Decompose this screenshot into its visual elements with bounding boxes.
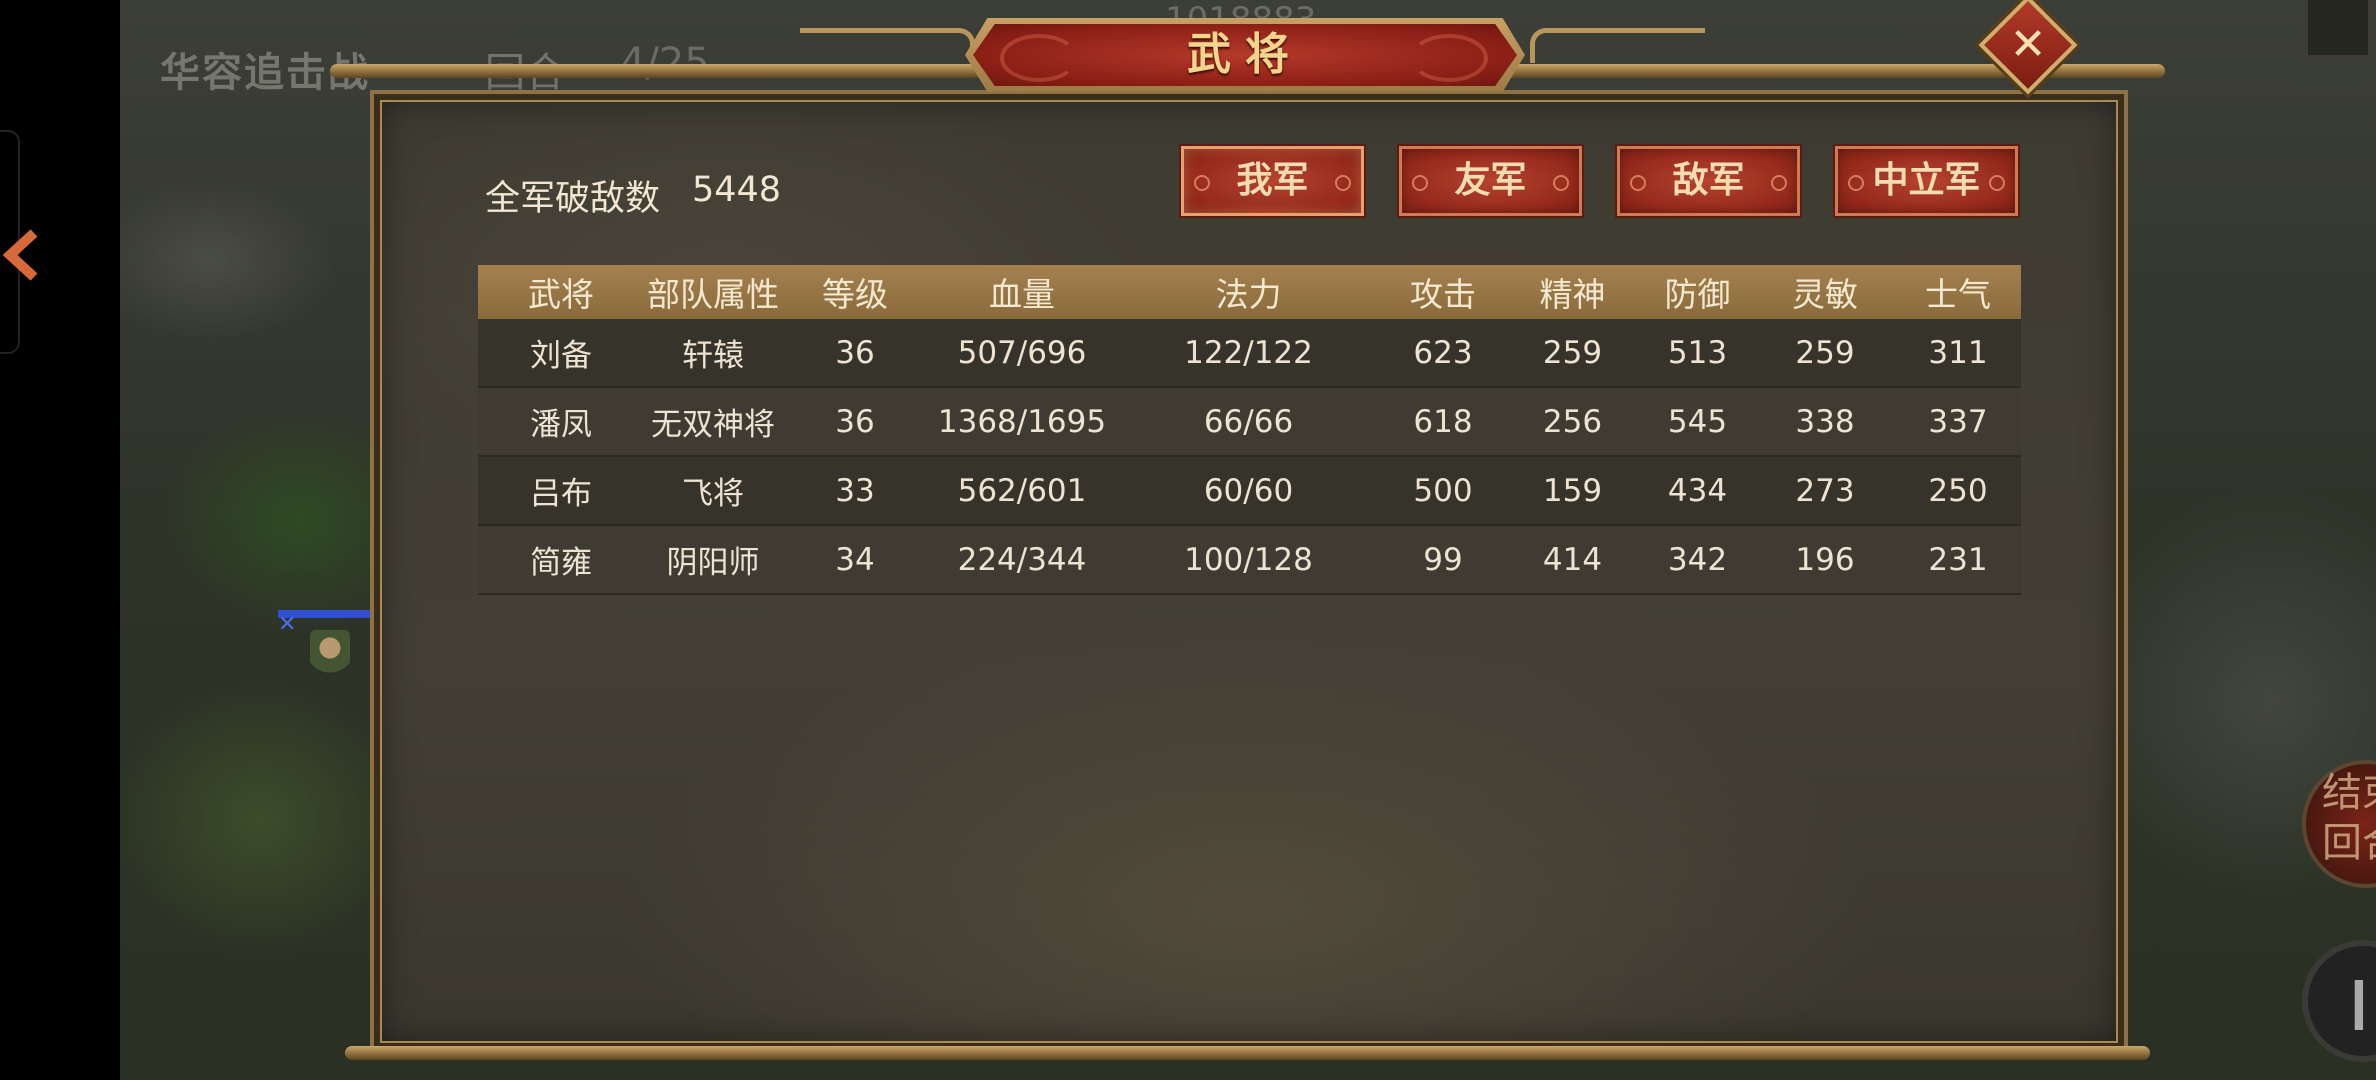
- column-header: 攻击: [1381, 265, 1505, 319]
- frame-scroll-ornament-left: [800, 28, 975, 63]
- column-header: 部队属性: [644, 265, 782, 319]
- cell-morale: 311: [1895, 319, 2021, 388]
- cell-attack: 618: [1381, 387, 1505, 457]
- panel-title: 武将: [1187, 29, 1303, 80]
- tab-ornament-icon: [1335, 175, 1351, 191]
- cell-morale: 231: [1895, 525, 2021, 595]
- cell-mp: 60/60: [1116, 456, 1381, 526]
- cell-defense: 434: [1640, 456, 1755, 526]
- cell-troop-type: 无双神将: [644, 387, 782, 457]
- column-header: 法力: [1116, 265, 1381, 319]
- round-count: 4/25: [620, 40, 710, 86]
- table-row[interactable]: 刘备 轩辕 36 507/696 122/122 623 259 513 259…: [478, 319, 2021, 388]
- table-row[interactable]: 潘凤 无双神将 36 1368/1695 66/66 618 256 545 3…: [478, 387, 2021, 457]
- column-header: 等级: [782, 265, 928, 319]
- column-header: 精神: [1505, 265, 1640, 319]
- column-header: 武将: [478, 265, 644, 319]
- cell-spirit: 414: [1505, 525, 1640, 595]
- tab-enemy-army[interactable]: 敌军: [1617, 146, 1800, 216]
- cell-attack: 623: [1381, 319, 1505, 388]
- table-row[interactable]: 吕布 飞将 33 562/601 60/60 500 159 434 273 2…: [478, 456, 2021, 526]
- cell-level: 36: [782, 387, 928, 457]
- table-header-row: 武将 部队属性 等级 血量 法力 攻击 精神 防御 灵敏 士气: [478, 265, 2021, 319]
- tab-neutral-army[interactable]: 中立军: [1835, 146, 2018, 216]
- total-kills-label: 全军破敌数: [485, 179, 661, 219]
- unit-sprite[interactable]: [310, 630, 350, 690]
- cell-troop-type: 飞将: [644, 456, 782, 526]
- cell-hp: 562/601: [928, 456, 1116, 526]
- cell-hp: 507/696: [928, 319, 1116, 388]
- cell-level: 36: [782, 319, 928, 388]
- cell-spirit: 256: [1505, 387, 1640, 457]
- cell-morale: 337: [1895, 387, 2021, 457]
- cell-defense: 513: [1640, 319, 1755, 388]
- cell-mp: 66/66: [1116, 387, 1381, 457]
- cell-general: 吕布: [478, 456, 644, 526]
- cell-attack: 500: [1381, 456, 1505, 526]
- cell-defense: 545: [1640, 387, 1755, 457]
- cell-agility: 196: [1755, 525, 1895, 595]
- pause-icon: ❙❙: [2338, 972, 2376, 1030]
- cell-level: 33: [782, 456, 928, 526]
- cell-general: 简雍: [478, 525, 644, 595]
- cell-hp: 224/344: [928, 525, 1116, 595]
- cell-level: 34: [782, 525, 928, 595]
- cell-agility: 273: [1755, 456, 1895, 526]
- cell-mp: 100/128: [1116, 525, 1381, 595]
- frame-scroll-ornament-right: [1530, 28, 1705, 63]
- cell-spirit: 159: [1505, 456, 1640, 526]
- generals-table: 武将 部队属性 等级 血量 法力 攻击 精神 防御 灵敏 士气 刘备 轩辕 36…: [478, 265, 2021, 595]
- cell-agility: 338: [1755, 387, 1895, 457]
- tab-my-army[interactable]: 我军: [1181, 146, 1364, 216]
- cell-morale: 250: [1895, 456, 2021, 526]
- tab-ornament-icon: [1771, 175, 1787, 191]
- system-left-bar: [0, 0, 120, 1080]
- close-icon[interactable]: ✕: [1993, 14, 2063, 76]
- back-chevron-icon[interactable]: [0, 225, 44, 285]
- map-menu-icon[interactable]: [2304, 0, 2372, 59]
- tab-allied-army[interactable]: 友军: [1399, 146, 1582, 216]
- unit-marker-icon: ✕: [278, 612, 297, 637]
- column-header: 士气: [1895, 265, 2021, 319]
- cell-attack: 99: [1381, 525, 1505, 595]
- cell-defense: 342: [1640, 525, 1755, 595]
- cell-troop-type: 轩辕: [644, 319, 782, 388]
- tab-ornament-icon: [1989, 175, 2005, 191]
- column-header: 灵敏: [1755, 265, 1895, 319]
- table-row[interactable]: 简雍 阴阳师 34 224/344 100/128 99 414 342 196…: [478, 525, 2021, 595]
- cell-general: 潘凤: [478, 387, 644, 457]
- total-kills-value: 5448: [692, 170, 782, 210]
- cell-spirit: 259: [1505, 319, 1640, 388]
- cell-mp: 122/122: [1116, 319, 1381, 388]
- cell-hp: 1368/1695: [928, 387, 1116, 457]
- tab-ornament-icon: [1553, 175, 1569, 191]
- cell-general: 刘备: [478, 319, 644, 388]
- cell-troop-type: 阴阳师: [644, 525, 782, 595]
- column-header: 防御: [1640, 265, 1755, 319]
- cell-agility: 259: [1755, 319, 1895, 388]
- frame-bottom-rail: [345, 1046, 2150, 1060]
- end-turn-label: 结束回合: [2322, 770, 2376, 866]
- column-header: 血量: [928, 265, 1116, 319]
